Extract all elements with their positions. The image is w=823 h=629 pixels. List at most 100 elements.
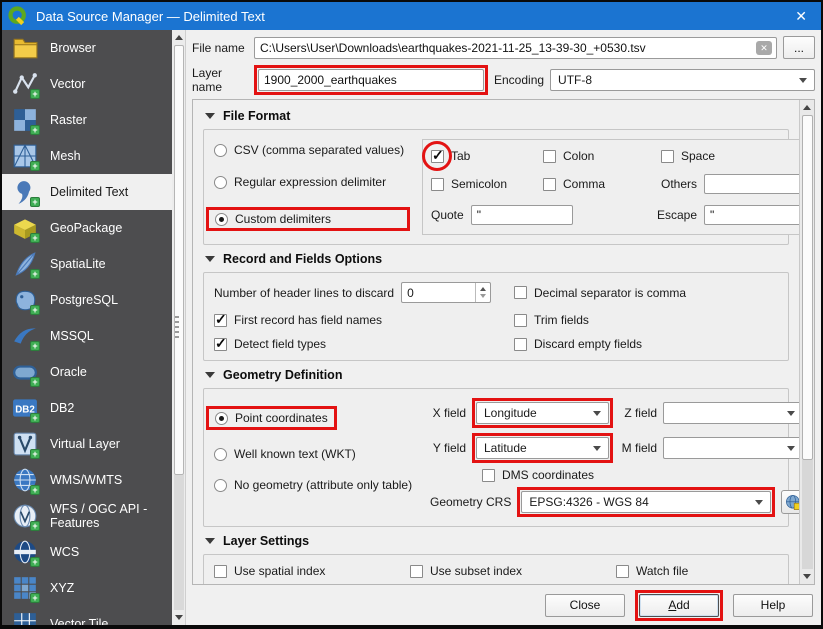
vector-tile-icon [12,611,38,625]
radio-point-coordinates[interactable]: Point coordinates [215,411,328,425]
radio-custom-delimiters[interactable]: Custom delimiters [215,212,331,226]
checkbox-discard-empty-fields[interactable]: Discard empty fields [514,337,778,351]
sidebar-item-raster[interactable]: Raster [2,102,172,138]
close-icon[interactable]: ✕ [791,8,811,25]
checkbox-first-record-field-names[interactable]: First record has field names [214,311,514,328]
checkbox-detect-field-types[interactable]: Detect field types [214,335,514,352]
checkbox-space[interactable]: Space [661,149,799,163]
sidebar-item-oracle[interactable]: Oracle [2,354,172,390]
sidebar-item-label: GeoPackage [50,220,123,235]
sidebar-item-vector-tile[interactable]: Vector Tile [2,606,172,625]
form-scrollbar[interactable] [799,100,814,584]
clear-file-icon[interactable] [755,40,772,55]
checkbox-icon [214,564,227,578]
encoding-select[interactable]: UTF-8 [550,69,815,91]
scroll-down-icon[interactable] [174,615,183,620]
sidebar-item-xyz[interactable]: XYZ [2,570,172,606]
help-button[interactable]: Help [733,593,813,617]
radio-selected-icon [215,411,228,425]
radio-regex-delimiter[interactable]: Regular expression delimiter [214,175,410,189]
checkbox-comma[interactable]: Comma [543,177,661,191]
sidebar-item-vector[interactable]: Vector [2,66,172,102]
file-name-input[interactable] [254,36,777,59]
section-layer-settings[interactable]: Layer Settings [205,534,791,548]
radio-csv[interactable]: CSV (comma separated values) [214,143,410,157]
scroll-up-icon[interactable] [174,35,183,40]
record-fields-group: Number of header lines to discard 0 Deci… [203,272,789,361]
sidebar-item-label: DB2 [50,400,75,415]
sidebar-item-label: WMS/WMTS [50,472,123,487]
browse-file-button[interactable]: ... [782,36,815,59]
checkbox-use-spatial-index[interactable]: Use spatial index [214,564,410,578]
spinner-buttons[interactable] [475,283,490,302]
checkbox-icon [543,149,556,163]
sidebar-item-db2[interactable]: DB2 DB2 [2,390,172,426]
section-geometry-definition[interactable]: Geometry Definition [205,368,791,382]
scrollbar-track[interactable] [173,475,184,610]
sidebar-item-browser[interactable]: Browser [2,30,172,66]
collapse-arrow-icon [205,538,215,544]
add-layer-badge-icon [30,89,40,99]
sidebar-item-label: PostgreSQL [50,292,119,307]
z-field-select[interactable] [663,402,799,424]
spin-down-icon[interactable] [480,294,487,298]
layer-name-input[interactable] [258,69,484,91]
window-title: Data Source Manager — Delimited Text [36,8,265,24]
chevron-down-icon [787,410,795,416]
checkbox-trim-fields[interactable]: Trim fields [514,313,778,327]
others-input[interactable] [704,174,799,194]
sidebar-item-postgresql[interactable]: PostgreSQL [2,282,172,318]
select-crs-button[interactable] [781,490,799,514]
sidebar-item-delimited-text[interactable]: Delimited Text [2,174,172,210]
scrollbar-track[interactable] [801,460,813,569]
add-layer-badge-icon [30,269,40,279]
quote-input[interactable] [470,205,573,225]
checkbox-decimal-separator-comma[interactable]: Decimal separator is comma [514,286,778,300]
scroll-up-icon[interactable] [803,105,811,110]
file-name-label: File name [192,40,245,55]
sidebar-item-wfs-ogc-api-features[interactable]: WFS / OGC API - Features [2,498,172,534]
sidebar-item-mesh[interactable]: Mesh [2,138,172,174]
scroll-down-icon[interactable] [803,574,811,579]
radio-well-known-text[interactable]: Well known text (WKT) [214,447,422,461]
header-lines-spinner[interactable]: 0 [401,282,492,303]
sidebar-item-wms-wmts[interactable]: WMS/WMTS [2,462,172,498]
add-button[interactable]: Add [639,593,719,617]
vector-icon [12,71,40,99]
checkbox-watch-file[interactable]: Watch file [616,564,778,578]
escape-input[interactable] [704,205,799,225]
m-field-select[interactable] [663,437,799,459]
others-field-row: Others [661,174,799,194]
annotation-box-x-field: Longitude [472,398,613,428]
checkbox-tab[interactable]: Tab [422,141,543,171]
scrollbar-thumb[interactable] [173,45,184,475]
checkbox-icon [410,564,423,578]
sidebar-item-virtual-layer[interactable]: Virtual Layer [2,426,172,462]
geometry-crs-select[interactable]: EPSG:4326 - WGS 84 [521,491,772,513]
radio-no-geometry[interactable]: No geometry (attribute only table) [214,478,422,492]
sidebar-item-mssql[interactable]: MSSQL [2,318,172,354]
custom-delimiters-panel: Tab Colon Space [422,139,799,235]
checkbox-use-subset-index[interactable]: Use subset index [410,564,616,578]
section-record-fields-options[interactable]: Record and Fields Options [205,252,791,266]
section-file-format[interactable]: File Format [205,109,791,123]
sidebar-item-wcs[interactable]: WCS [2,534,172,570]
checkbox-colon[interactable]: Colon [543,149,661,163]
scrollbar-thumb[interactable] [801,115,813,460]
add-layer-badge-icon [30,521,40,531]
sidebar-item-geopackage[interactable]: GeoPackage [2,210,172,246]
sidebar-item-label: Oracle [50,364,87,379]
checkbox-checked-icon [214,311,227,328]
annotation-box-point-coordinates: Point coordinates [206,406,337,430]
sidebar-item-label: XYZ [50,580,75,595]
folder-icon [12,35,38,61]
spin-up-icon[interactable] [480,287,487,291]
x-field-select[interactable]: Longitude [476,402,609,424]
sidebar-item-spatialite[interactable]: SpatiaLite [2,246,172,282]
checkbox-semicolon[interactable]: Semicolon [431,177,543,191]
y-field-select[interactable]: Latitude [476,437,609,459]
close-button[interactable]: Close [545,593,625,617]
checkbox-dms-coordinates[interactable]: DMS coordinates [482,468,594,482]
sidebar-scrollbar[interactable] [172,30,186,625]
splitter-handle[interactable] [175,316,179,338]
